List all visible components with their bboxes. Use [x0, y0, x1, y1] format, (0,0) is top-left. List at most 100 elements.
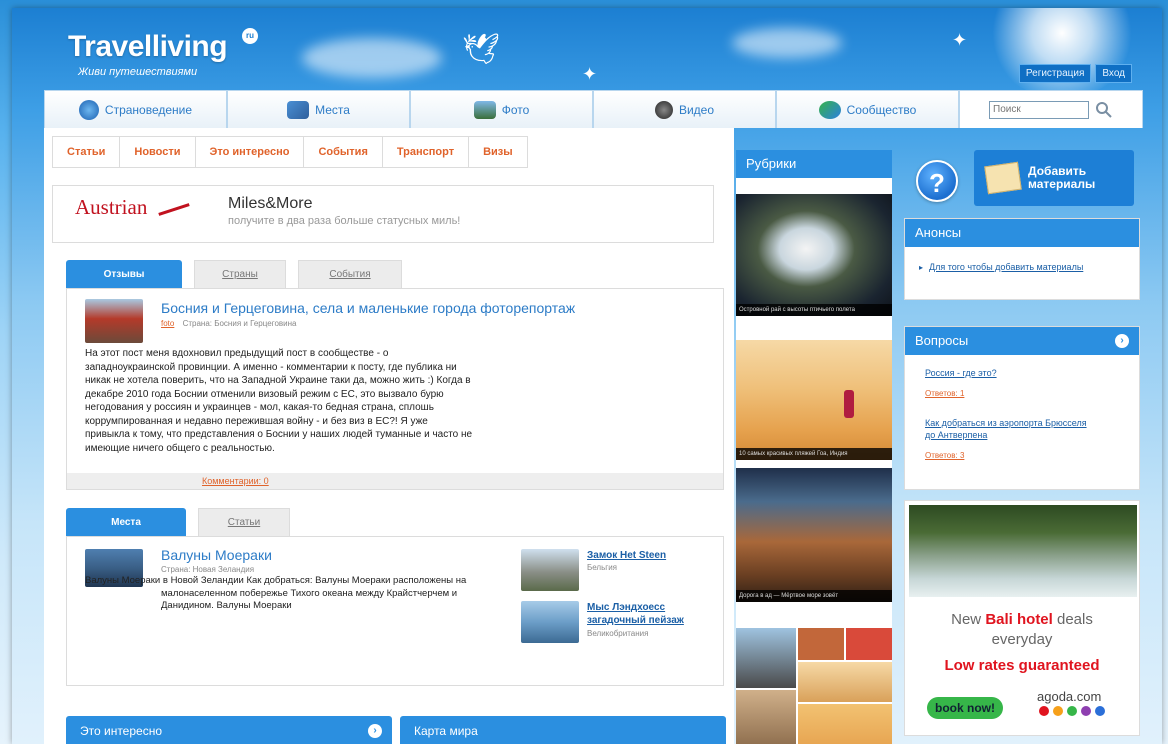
comments-link[interactable]: Комментарии: 0	[67, 473, 723, 489]
austrian-banner[interactable]: Austrian Miles&More получите в два раза …	[52, 185, 714, 243]
tab-places[interactable]: Места	[227, 90, 410, 128]
ad-text: deals	[1052, 611, 1093, 628]
agoda-dot	[1039, 706, 1049, 716]
question-answers[interactable]: Ответов: 3	[925, 451, 964, 460]
post-meta: foto Страна: Босния и Герцеговина	[161, 319, 296, 328]
rubric-photo[interactable]: 10 самых красивых пляжей Гоа, Индия	[736, 340, 892, 460]
subnav-events[interactable]: События	[303, 136, 382, 168]
ad-tagline: Low rates guaranteed	[944, 657, 1100, 674]
subnav-transport[interactable]: Транспорт	[381, 136, 469, 168]
arrow-right-icon[interactable]: ›	[1115, 334, 1129, 348]
reviews-tabs: Отзывы Страны События	[66, 260, 402, 294]
subnav-articles[interactable]: Статьи	[52, 136, 120, 168]
agoda-ad[interactable]: New Bali hotel deals everyday Low rates …	[904, 500, 1140, 736]
side-thumbnail[interactable]	[521, 549, 579, 591]
question-link[interactable]: Россия - где это?	[925, 367, 997, 379]
agoda-dots	[1039, 706, 1105, 716]
sub-nav: Статьи Новости Это интересно События Тра…	[52, 136, 528, 168]
logo-badge: ru	[242, 28, 258, 44]
question-link[interactable]: Как добраться из аэропорта Брюсселя до А…	[925, 417, 1095, 441]
tab-events[interactable]: События	[298, 260, 402, 288]
agoda-dot	[1081, 706, 1091, 716]
tab-countries[interactable]: Страны	[194, 260, 286, 288]
site-logo[interactable]: Travelliving ru Живи путешествиями	[68, 28, 258, 78]
places-tabs: Места Статьи	[66, 508, 290, 542]
search-input[interactable]	[989, 100, 1089, 119]
community-icon	[818, 100, 841, 119]
globe-icon	[78, 99, 99, 120]
side-thumbnail[interactable]	[521, 601, 579, 643]
main-content: Статьи Новости Это интересно События Тра…	[44, 128, 734, 744]
place-title[interactable]: Валуны Моераки	[161, 547, 272, 563]
agoda-dot	[1067, 706, 1077, 716]
subnav-interesting[interactable]: Это интересно	[194, 136, 304, 168]
post-author[interactable]: foto	[161, 319, 174, 328]
logo-title: Travelliving	[68, 30, 228, 63]
announce-link[interactable]: Для того чтобы добавить материалы	[929, 261, 1099, 273]
box-title: Карта мира	[414, 724, 478, 738]
ad-headline: New Bali hotel deals	[905, 611, 1139, 628]
announces-title: Анонсы	[915, 225, 962, 240]
main-nav: Страноведение Места Фото Видео Сообществ…	[44, 90, 1144, 128]
tab-video[interactable]: Видео	[593, 90, 776, 128]
tab-places-list[interactable]: Места	[66, 508, 186, 542]
side-place-title[interactable]: Мыс Лэндхоесс загадочный пейзаж	[587, 601, 707, 627]
book-now-button[interactable]: book now!	[927, 697, 1003, 719]
rubrics-header: Рубрики	[736, 150, 892, 178]
ad-subline: everyday	[991, 631, 1053, 648]
ad-text: Bali hotel	[985, 611, 1053, 628]
questions-box: Вопросы › Россия - где это? Ответов: 1 К…	[904, 326, 1140, 490]
question-answers[interactable]: Ответов: 1	[925, 389, 964, 398]
side-place-title[interactable]: Замок Het Steen	[587, 549, 697, 562]
register-button[interactable]: Регистрация	[1018, 64, 1092, 83]
add-material-area: ? Добавить материалы	[904, 150, 1140, 210]
arrow-right-icon[interactable]: ›	[368, 724, 382, 738]
ad-text: New	[951, 611, 986, 628]
map-icon	[287, 100, 310, 119]
login-button[interactable]: Вход	[1095, 64, 1132, 83]
collage-tile	[846, 628, 892, 660]
rubric-photo[interactable]: Дорога в ад — Мёртвое море зовёт	[736, 468, 892, 602]
rubrics-title: Рубрики	[746, 156, 797, 171]
tab-photo[interactable]: Фото	[410, 90, 593, 128]
post-body: На этот пост меня вдохновил предыдущий п…	[85, 348, 473, 454]
rubrics-column: Рубрики Островной рай с высоты птичьего …	[736, 150, 892, 744]
tab-articles-list[interactable]: Статьи	[198, 508, 290, 536]
tab-label: Страноведение	[104, 102, 193, 117]
search-icon[interactable]	[1095, 101, 1113, 119]
bird-icon: ✦	[952, 30, 968, 50]
sun-glow	[987, 8, 1137, 98]
post-thumbnail[interactable]	[85, 299, 143, 343]
subnav-news[interactable]: Новости	[119, 136, 195, 168]
photo-caption: 10 самых красивых пляжей Гоа, Индия	[736, 448, 892, 460]
label-line: Добавить	[1028, 164, 1087, 178]
side-place-country: Бельгия	[587, 563, 617, 572]
tab-stranovedenie[interactable]: Страноведение	[44, 90, 227, 128]
logo-subtitle: Живи путешествиями	[78, 66, 198, 78]
tab-community[interactable]: Сообщество	[776, 90, 959, 128]
interesting-box-header[interactable]: Это интересно ›	[66, 716, 392, 744]
announces-box: Анонсы ▸ Для того чтобы добавить материа…	[904, 218, 1140, 300]
banner-title: Miles&More	[228, 195, 313, 212]
collage-tile	[736, 690, 796, 744]
photo-icon	[473, 100, 496, 119]
reviews-panel: Босния и Герцеговина, села и маленькие г…	[66, 288, 724, 490]
rubric-collage[interactable]	[736, 628, 892, 744]
label-line: материалы	[1028, 177, 1096, 191]
questions-header: Вопросы ›	[905, 327, 1139, 355]
help-icon[interactable]: ?	[916, 160, 958, 202]
document-icon	[984, 161, 1022, 195]
film-icon	[654, 100, 673, 119]
banner-subtitle: получите в два раза больше статусных мил…	[228, 215, 461, 227]
rubric-photo[interactable]: Островной рай с высоты птичьего полета	[736, 194, 892, 316]
post-title[interactable]: Босния и Герцеговина, села и маленькие г…	[161, 300, 575, 316]
tab-reviews[interactable]: Отзывы	[66, 260, 182, 294]
collage-tile	[798, 628, 844, 660]
search-box	[959, 90, 1143, 128]
world-map-box-header[interactable]: Карта мира	[400, 716, 726, 744]
tab-label: Видео	[678, 102, 715, 117]
bird-icon: ✦	[582, 64, 598, 84]
add-material-button[interactable]: Добавить материалы	[974, 150, 1134, 206]
figure-silhouette	[844, 390, 854, 418]
subnav-visas[interactable]: Визы	[468, 136, 528, 168]
